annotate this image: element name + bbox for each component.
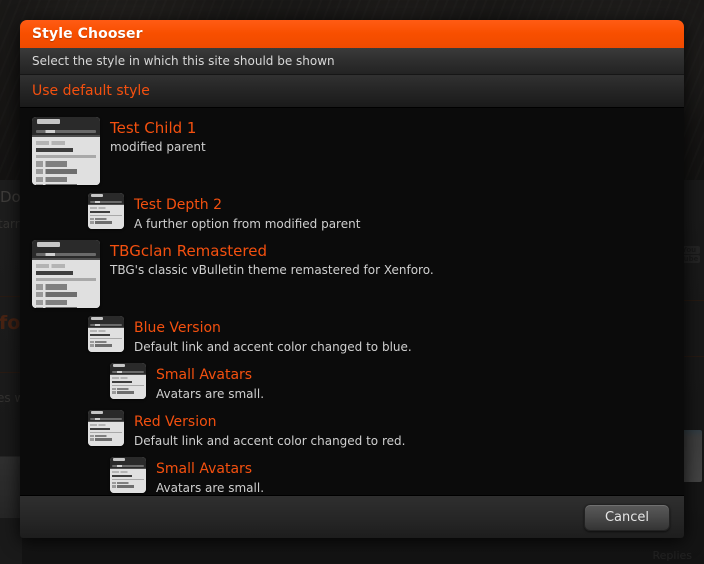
- style-description: Default link and accent color changed to…: [134, 340, 412, 354]
- style-description: TBG's classic vBulletin theme remastered…: [110, 263, 434, 277]
- style-thumbnail-icon[interactable]: [88, 316, 124, 352]
- style-description: Avatars are small.: [156, 481, 265, 495]
- dialog-subtitle-text: Select the style in which this site shou…: [32, 54, 335, 68]
- style-name-link[interactable]: Small Avatars: [156, 366, 252, 385]
- style-description: Avatars are small.: [156, 387, 265, 401]
- style-thumbnail-icon[interactable]: [32, 240, 100, 308]
- style-info: Small Avatars Avatars are small.: [156, 457, 674, 495]
- style-thumbnail-icon[interactable]: [88, 193, 124, 229]
- style-option-row[interactable]: Test Child 1 modified parent: [20, 113, 684, 189]
- style-option-row[interactable]: Small Avatars Avatars are small.: [20, 453, 684, 495]
- page-title: Style Chooser: [32, 26, 143, 42]
- style-thumbnail-icon[interactable]: [32, 117, 100, 185]
- style-chooser-dialog: Style Chooser Select the style in which …: [20, 20, 684, 538]
- style-option-row[interactable]: TBGclan Remastered TBG's classic vBullet…: [20, 236, 684, 312]
- style-info: Small Avatars Avatars are small.: [156, 363, 674, 402]
- style-info: Test Depth 2 A further option from modif…: [134, 193, 674, 232]
- style-description: A further option from modified parent: [134, 217, 361, 231]
- style-description: Default link and accent color changed to…: [134, 434, 406, 448]
- style-option-row[interactable]: Test Depth 2 A further option from modif…: [20, 189, 684, 236]
- cancel-button[interactable]: Cancel: [583, 503, 670, 531]
- style-info: Test Child 1 modified parent: [110, 117, 674, 155]
- style-option-row[interactable]: Blue Version Default link and accent col…: [20, 312, 684, 359]
- style-thumbnail-icon[interactable]: [110, 363, 146, 399]
- use-default-style-link[interactable]: Use default style: [32, 83, 150, 99]
- style-name-link[interactable]: TBGclan Remastered: [110, 242, 267, 261]
- style-thumbnail-icon[interactable]: [110, 457, 146, 493]
- style-name-link[interactable]: Test Depth 2: [134, 196, 222, 215]
- style-list: Test Child 1 modified parent Test Depth …: [20, 108, 684, 495]
- dialog-title-bar: Style Chooser: [20, 20, 684, 48]
- style-option-row[interactable]: Small Avatars Avatars are small.: [20, 359, 684, 406]
- style-description: modified parent: [110, 140, 206, 154]
- style-name-link[interactable]: Test Child 1: [110, 119, 196, 138]
- style-info: Blue Version Default link and accent col…: [134, 316, 674, 355]
- use-default-style-row[interactable]: Use default style: [20, 75, 684, 108]
- dialog-footer: Cancel: [20, 495, 684, 538]
- style-info: TBGclan Remastered TBG's classic vBullet…: [110, 240, 674, 278]
- style-name-link[interactable]: Red Version: [134, 413, 217, 432]
- style-thumbnail-icon[interactable]: [88, 410, 124, 446]
- style-info: Red Version Default link and accent colo…: [134, 410, 674, 449]
- dialog-subtitle: Select the style in which this site shou…: [20, 48, 684, 75]
- style-name-link[interactable]: Blue Version: [134, 319, 221, 338]
- style-name-link[interactable]: Small Avatars: [156, 460, 252, 479]
- page-root: Don tarre fo es w You Tube Replies Style…: [0, 0, 704, 564]
- style-option-row[interactable]: Red Version Default link and accent colo…: [20, 406, 684, 453]
